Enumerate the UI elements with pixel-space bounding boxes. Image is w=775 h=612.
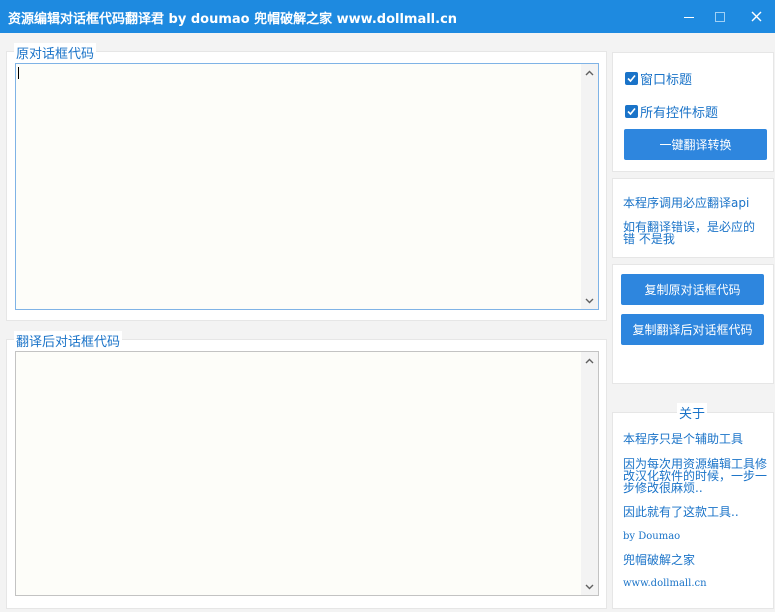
source-code-textarea[interactable]	[15, 63, 599, 310]
all-controls-checkbox[interactable]: 所有控件标题	[625, 102, 718, 121]
window-title-label: 窗口标题	[640, 73, 693, 88]
checkbox-checked-icon	[625, 105, 638, 118]
scroll-up-button[interactable]	[581, 64, 598, 81]
source-code-legend: 原对话框代码	[14, 43, 97, 62]
checkbox-checked-icon	[625, 72, 638, 85]
about-author: by Doumao	[623, 531, 681, 542]
source-scrollbar[interactable]	[581, 64, 598, 309]
translated-scrollbar[interactable]	[581, 352, 598, 595]
chevron-up-icon	[585, 358, 594, 363]
scroll-up-button[interactable]	[581, 352, 598, 369]
window-title: 资源编辑对话框代码翻译君 by doumao 兜帽破解之家 www.dollma…	[8, 12, 458, 27]
minimize-icon	[684, 16, 694, 18]
scroll-down-button[interactable]	[581, 578, 598, 595]
minimize-button[interactable]	[672, 0, 706, 33]
notice-group: 本程序调用必应翻译api 如有翻译错误，是必应的 错 不是我	[612, 178, 774, 258]
scroll-down-button[interactable]	[581, 292, 598, 309]
maximize-button[interactable]	[703, 0, 737, 33]
chevron-down-icon	[585, 584, 594, 589]
translated-code-textarea[interactable]	[15, 351, 599, 596]
translated-code-legend: 翻译后对话框代码	[14, 331, 123, 350]
copy-translated-button[interactable]: 复制翻译后对话框代码	[621, 314, 764, 345]
about-line-3: 因此就有了这款工具..	[623, 505, 739, 519]
about-line-1: 本程序只是个辅助工具	[623, 432, 744, 446]
chevron-up-icon	[585, 70, 594, 75]
close-icon	[751, 11, 761, 22]
about-legend: 关于	[677, 403, 708, 422]
about-site-name: 兜帽破解之家	[623, 553, 696, 567]
notice-line-2b: 错 不是我	[623, 232, 675, 246]
chevron-down-icon	[585, 298, 594, 303]
maximize-icon	[715, 11, 725, 22]
copy-group: 复制原对话框代码 复制翻译后对话框代码	[612, 264, 774, 384]
notice-line-1: 本程序调用必应翻译api	[623, 196, 750, 210]
about-site-url: www.dollmall.cn	[623, 578, 707, 589]
window-title-checkbox[interactable]: 窗口标题	[625, 69, 692, 88]
all-controls-label: 所有控件标题	[640, 106, 719, 121]
text-caret	[18, 67, 19, 79]
about-line-2c: 步修改很麻烦..	[623, 481, 703, 495]
options-group: 窗口标题 所有控件标题 一键翻译转换	[612, 52, 774, 172]
title-bar[interactable]: 资源编辑对话框代码翻译君 by doumao 兜帽破解之家 www.dollma…	[0, 0, 775, 33]
translate-button[interactable]: 一键翻译转换	[624, 129, 767, 160]
copy-source-button[interactable]: 复制原对话框代码	[621, 274, 764, 305]
close-button[interactable]	[739, 0, 773, 33]
client-area: 原对话框代码 翻译后对话框代码 窗口标题 所有控件标题 一键翻译转换 本程序调用…	[0, 33, 775, 612]
about-group: 本程序只是个辅助工具 因为每次用资源编辑工具修 改汉化软件的时候，一步一 步修改…	[612, 412, 774, 609]
